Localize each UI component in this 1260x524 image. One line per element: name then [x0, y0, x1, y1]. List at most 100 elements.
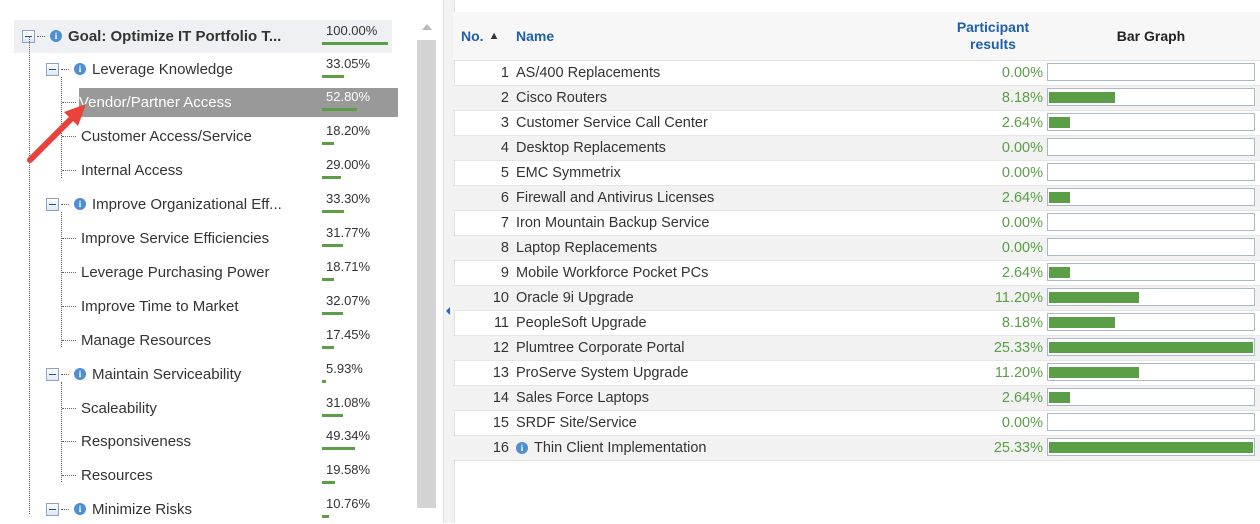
tree-node-pct-bar: [322, 108, 357, 111]
table-row[interactable]: 7 Iron Mountain Backup Service 0.00%: [453, 211, 1260, 236]
tree-node-pct-bar: [322, 515, 329, 518]
tree-node-objective[interactable]: Improve Time to Market: [62, 291, 239, 321]
tree-scrollbar-thumb[interactable]: [417, 40, 436, 508]
alternative-name-text: ProServe System Upgrade: [516, 365, 689, 381]
bar-graph-cell: [1047, 413, 1255, 431]
tree-node-pct-bar: [322, 414, 343, 417]
table-row[interactable]: 16 i Thin Client Implementation 25.33%: [453, 436, 1260, 461]
objectives-tree: i Goal: Optimize IT Portfolio T... 100.0…: [0, 0, 440, 523]
collapse-icon[interactable]: [46, 367, 59, 381]
tree-node-objective[interactable]: Responsiveness: [62, 426, 191, 456]
tree-node-pct: 17.45%: [326, 326, 371, 342]
tree-node-pct: 29.00%: [326, 156, 371, 172]
collapse-icon[interactable]: [46, 197, 59, 211]
tree-node-pct-bar: [322, 346, 334, 349]
tree-node-pct: 19.58%: [326, 461, 371, 477]
collapse-left-icon[interactable]: [446, 307, 450, 315]
row-number: 1: [500, 65, 509, 81]
column-header-name[interactable]: Name: [516, 12, 554, 60]
participant-result: 0.00%: [1001, 240, 1043, 256]
tree-node-category[interactable]: i Maintain Serviceability: [46, 359, 241, 389]
tree-node-objective[interactable]: Scaleability: [62, 393, 157, 423]
bar-graph-cell: [1047, 238, 1255, 256]
sort-ascending-icon[interactable]: ▲: [489, 30, 500, 42]
table-row[interactable]: 13 ProServe System Upgrade 11.20%: [453, 361, 1260, 386]
alternative-name: Oracle 9i Upgrade: [516, 290, 634, 306]
alternative-name: Mobile Workforce Pocket PCs: [516, 265, 708, 281]
tree-connector: [61, 508, 69, 510]
participant-result: 2.64%: [1001, 190, 1043, 206]
row-number: 5: [500, 165, 509, 181]
alternative-name-text: Plumtree Corporate Portal: [516, 340, 685, 356]
column-header-bar-graph[interactable]: Bar Graph: [1047, 12, 1255, 60]
info-icon[interactable]: i: [50, 30, 62, 42]
info-icon[interactable]: i: [74, 63, 86, 75]
row-number: 13: [492, 365, 509, 381]
tree-node-category[interactable]: i Minimize Risks: [46, 494, 192, 524]
info-icon[interactable]: i: [74, 368, 86, 380]
tree-node-category[interactable]: i Improve Organizational Eff...: [46, 189, 282, 219]
row-number: 16: [492, 440, 509, 456]
goal-pct: 100.00%: [326, 22, 378, 38]
tree-node-pct-bar: [322, 447, 355, 450]
alternative-name: Desktop Replacements: [516, 140, 666, 156]
tree-connector: [62, 440, 76, 442]
scroll-up-icon[interactable]: [422, 24, 432, 30]
alternative-name-text: Laptop Replacements: [516, 240, 658, 256]
table-row[interactable]: 10 Oracle 9i Upgrade 11.20%: [453, 286, 1260, 311]
participant-result: 8.18%: [1001, 90, 1043, 106]
table-row[interactable]: 2 Cisco Routers 8.18%: [453, 86, 1260, 111]
bar-graph-cell: [1047, 138, 1255, 156]
info-icon[interactable]: i: [74, 503, 86, 515]
table-row[interactable]: 3 Customer Service Call Center 2.64%: [453, 111, 1260, 136]
tree-node-label: Leverage Knowledge: [92, 60, 233, 78]
alternative-name: i Thin Client Implementation: [516, 440, 706, 456]
tree-node-label: Responsiveness: [81, 432, 192, 450]
collapse-icon[interactable]: [46, 502, 59, 516]
info-icon[interactable]: i: [516, 442, 528, 454]
table-row[interactable]: 15 SRDF Site/Service 0.00%: [453, 411, 1260, 436]
tree-node-pct: 33.30%: [326, 190, 371, 206]
column-header-results[interactable]: Participant results: [943, 12, 1043, 60]
table-row[interactable]: 14 Sales Force Laptops 2.64%: [453, 386, 1260, 411]
participant-result: 2.64%: [1001, 390, 1043, 406]
table-row[interactable]: 9 Mobile Workforce Pocket PCs 2.64%: [453, 261, 1260, 286]
tree-connector: [61, 373, 69, 375]
table-row[interactable]: 1 AS/400 Replacements 0.00%: [453, 61, 1260, 86]
collapse-icon[interactable]: [46, 62, 59, 76]
column-header-results-line1: Participant: [956, 19, 1030, 35]
participant-result: 0.00%: [1001, 215, 1043, 231]
tree-node-pct: 52.80%: [326, 88, 371, 104]
table-row[interactable]: 8 Laptop Replacements 0.00%: [453, 236, 1260, 261]
tree-node-objective[interactable]: Resources: [62, 460, 153, 490]
tree-node-goal[interactable]: i Goal: Optimize IT Portfolio T...: [22, 21, 281, 51]
alternative-name: ProServe System Upgrade: [516, 365, 688, 381]
info-icon[interactable]: i: [74, 198, 86, 210]
alternative-name-text: Customer Service Call Center: [516, 115, 708, 131]
tree-node-objective[interactable]: Manage Resources: [62, 325, 211, 355]
tree-connector: [62, 271, 76, 273]
tree-node-objective[interactable]: Leverage Purchasing Power: [62, 257, 269, 287]
tree-node-pct: 31.08%: [326, 394, 371, 410]
column-header-no[interactable]: No. ▲: [461, 12, 499, 60]
row-number: 9: [500, 265, 509, 281]
table-row[interactable]: 11 PeopleSoft Upgrade 8.18%: [453, 311, 1260, 336]
tree-node-pct: 33.05%: [326, 55, 371, 71]
bar-graph-fill: [1049, 367, 1139, 378]
participant-result: 8.18%: [1001, 315, 1043, 331]
tree-node-label: Maintain Serviceability: [92, 365, 242, 383]
bar-graph-cell: [1047, 288, 1255, 306]
table-row[interactable]: 12 Plumtree Corporate Portal 25.33%: [453, 336, 1260, 361]
tree-node-category[interactable]: i Leverage Knowledge: [46, 54, 233, 84]
alternative-name-text: Firewall and Antivirus Licenses: [516, 190, 715, 206]
row-number: 4: [500, 140, 509, 156]
table-row[interactable]: 6 Firewall and Antivirus Licenses 2.64%: [453, 186, 1260, 211]
tree-node-pct: 31.77%: [326, 224, 371, 240]
table-row[interactable]: 4 Desktop Replacements 0.00%: [453, 136, 1260, 161]
alternative-name-text: Desktop Replacements: [516, 140, 666, 156]
table-row[interactable]: 5 EMC Symmetrix 0.00%: [453, 161, 1260, 186]
tree-node-objective[interactable]: Improve Service Efficiencies: [62, 223, 269, 253]
alternative-name: Sales Force Laptops: [516, 390, 649, 406]
alternative-name-text: Oracle 9i Upgrade: [516, 290, 634, 306]
bar-graph-cell: [1047, 213, 1255, 231]
